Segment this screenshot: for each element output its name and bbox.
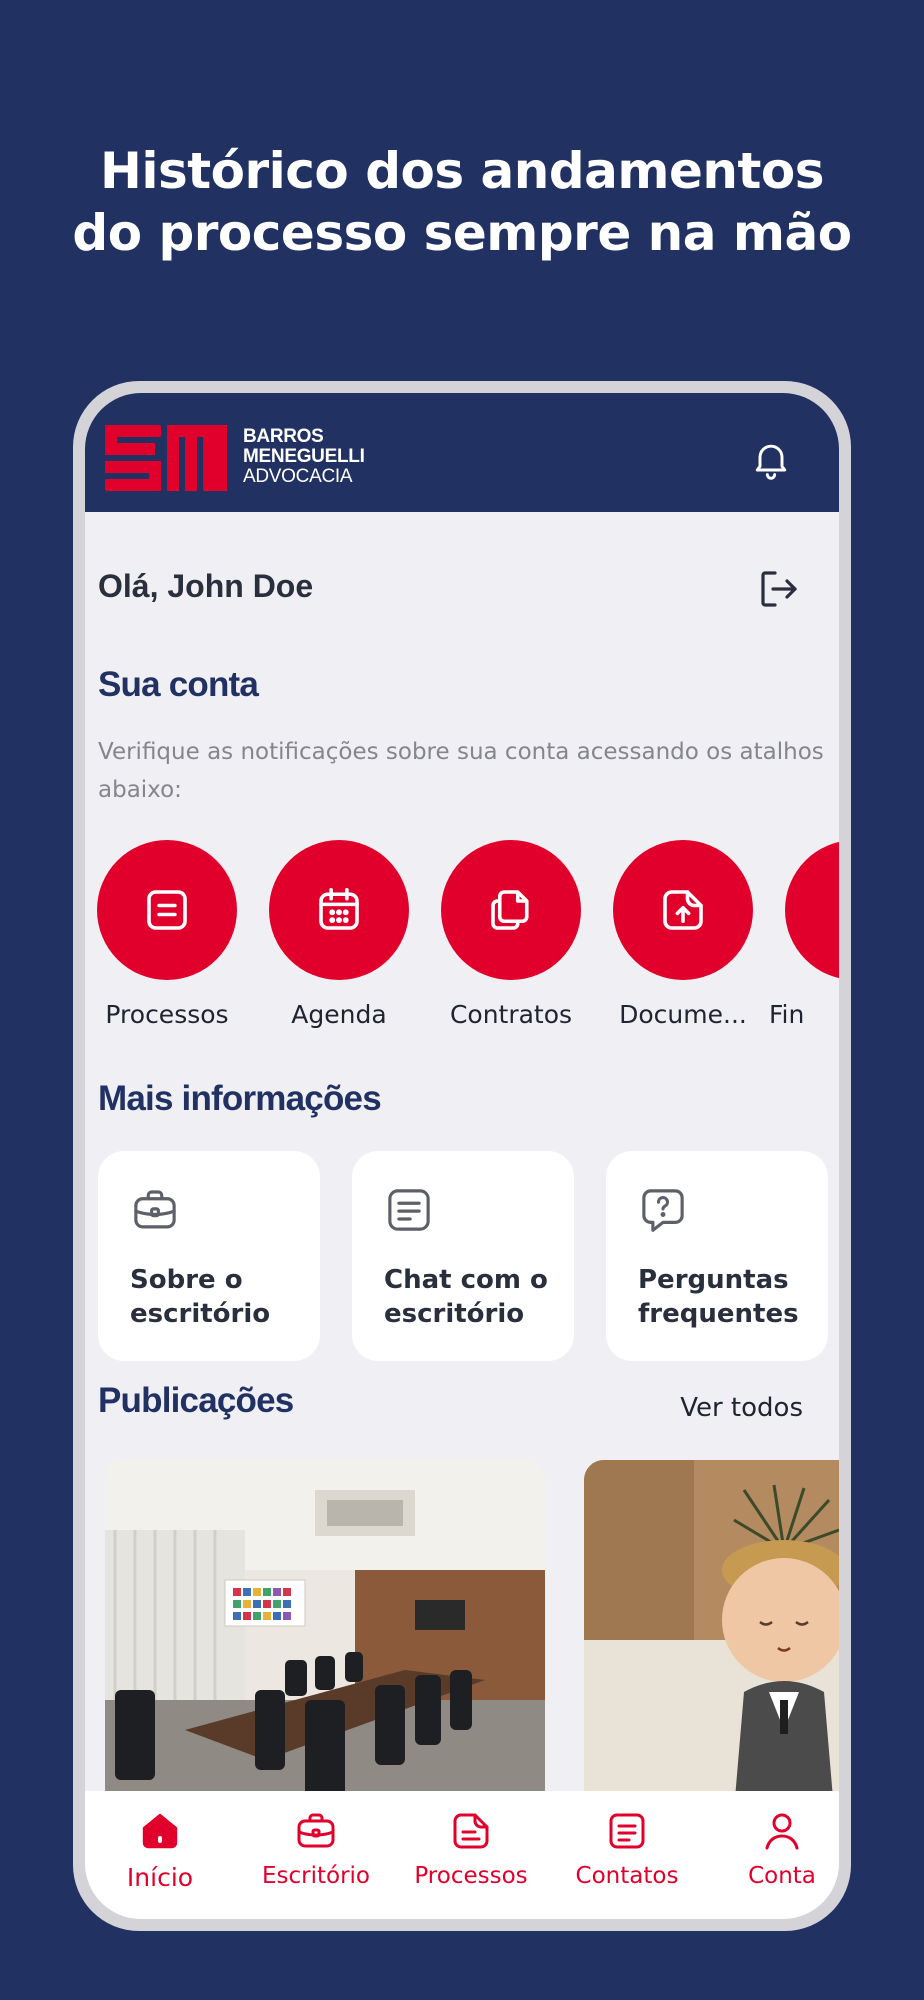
tab-label: Escritório xyxy=(261,1863,370,1889)
tab-escritorio[interactable]: Escritório xyxy=(241,1807,391,1889)
shortcut-agenda-circle[interactable] xyxy=(269,840,409,980)
shortcut-label: Contratos xyxy=(449,1000,573,1029)
tab-label: Conta xyxy=(748,1863,816,1889)
shortcut-label: Agenda xyxy=(291,1000,387,1029)
logo-line-3: ADVOCACIA xyxy=(243,466,353,487)
tab-contatos[interactable]: Contatos xyxy=(552,1807,702,1889)
bottom-tab-bar: Início Escritório Processos Contatos Con… xyxy=(85,1791,839,1919)
app-screen: BARROS MENEGUELLI ADVOCACIA Olá, John Do… xyxy=(85,393,839,1919)
greeting-text: Olá, John Doe xyxy=(98,568,314,604)
document-list-icon xyxy=(147,890,187,930)
shortcut-contratos-circle[interactable] xyxy=(441,840,581,980)
app-header: BARROS MENEGUELLI ADVOCACIA xyxy=(85,393,839,512)
card-label: Chat com o escritório xyxy=(384,1265,548,1329)
logo-line-1: BARROS xyxy=(243,426,324,447)
logo-mark-icon xyxy=(105,425,227,491)
account-section-title: Sua conta xyxy=(98,665,259,704)
tab-inicio[interactable]: Início xyxy=(85,1807,235,1892)
shortcut-row: Processos Agenda Contratos Docume... Fin xyxy=(85,840,839,1040)
promo-headline: Histórico dos andamentos do processo sem… xyxy=(0,140,924,264)
calendar-icon xyxy=(319,887,359,930)
shortcut-documentos[interactable]: Docume... xyxy=(597,840,769,1029)
see-all-link[interactable]: Ver todos xyxy=(680,1393,803,1423)
bell-icon[interactable] xyxy=(749,437,793,481)
shortcut-processos[interactable]: Processos xyxy=(85,840,253,1029)
question-chat-icon xyxy=(642,1189,684,1232)
tab-conta[interactable]: Conta xyxy=(707,1807,839,1889)
shortcut-financeiro-circle[interactable] xyxy=(785,840,839,980)
shortcut-processos-circle[interactable] xyxy=(97,840,237,980)
document-icon xyxy=(453,1813,489,1849)
finance-icon xyxy=(828,883,839,937)
publication-card-meeting-room[interactable] xyxy=(105,1460,545,1810)
headline-line-1: Histórico dos andamentos xyxy=(100,142,825,200)
shortcut-contratos[interactable]: Contratos xyxy=(425,840,597,1029)
figurine-image xyxy=(584,1460,839,1810)
tab-label: Processos xyxy=(414,1863,528,1889)
logout-icon[interactable] xyxy=(755,565,803,613)
shortcut-documentos-circle[interactable] xyxy=(613,840,753,980)
document-upload-icon xyxy=(663,890,703,930)
briefcase-icon xyxy=(134,1190,176,1229)
card-label: Sobre o escritório xyxy=(130,1265,271,1329)
phone-frame: BARROS MENEGUELLI ADVOCACIA Olá, John Do… xyxy=(73,381,851,1931)
tab-label: Início xyxy=(126,1863,194,1892)
chat-icon xyxy=(388,1189,430,1231)
card-label: Perguntas frequentes xyxy=(638,1265,799,1329)
account-subtitle: Verifique as notificações sobre sua cont… xyxy=(98,739,824,803)
card-about-office[interactable]: Sobre o escritório xyxy=(98,1151,320,1361)
user-icon xyxy=(765,1813,799,1850)
shortcut-agenda[interactable]: Agenda xyxy=(253,840,425,1029)
contacts-icon xyxy=(609,1813,645,1849)
logo-wordmark: BARROS MENEGUELLI ADVOCACIA xyxy=(243,427,365,487)
shortcut-financeiro[interactable]: Fin xyxy=(769,840,839,1029)
publications-section-title: Publicações xyxy=(98,1381,294,1420)
publication-card-figurine[interactable] xyxy=(584,1460,839,1810)
card-faq[interactable]: Perguntas frequentes xyxy=(606,1151,828,1361)
tab-label: Contatos xyxy=(575,1863,679,1889)
shortcut-label: Fin xyxy=(769,1000,805,1029)
contracts-icon xyxy=(491,890,529,930)
headline-line-2: do processo sempre na mão xyxy=(72,204,852,262)
shortcut-label: Docume... xyxy=(619,1000,747,1029)
card-chat-office[interactable]: Chat com o escritório xyxy=(352,1151,574,1361)
logo-line-2: MENEGUELLI xyxy=(243,446,365,467)
home-icon xyxy=(142,1813,178,1849)
more-info-section-title: Mais informações xyxy=(98,1079,382,1118)
tab-processos[interactable]: Processos xyxy=(396,1807,546,1889)
meeting-room-image xyxy=(105,1460,545,1810)
shortcut-label: Processos xyxy=(105,1000,229,1029)
briefcase-icon xyxy=(297,1813,335,1848)
